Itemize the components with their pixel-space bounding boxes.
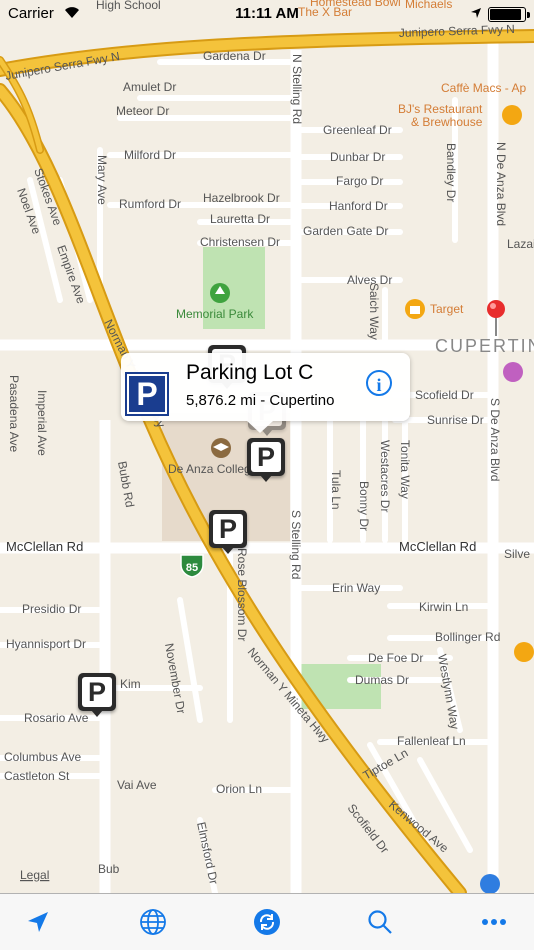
status-bar: Carrier 11:11 AM (0, 0, 534, 28)
poi-label: De Anza College (168, 462, 258, 476)
parking-marker[interactable]: P (247, 438, 285, 482)
more-icon[interactable] (476, 904, 512, 940)
street-label: Dunbar Dr (330, 150, 385, 164)
street-label: Castleton St (4, 769, 70, 783)
app-screen: 85 High School Homestead Bowl The X Bar … (0, 0, 534, 950)
street-label: Bub (98, 862, 120, 876)
street-label: Sunrise Dr (427, 413, 484, 427)
street-label: Lazai (507, 237, 534, 251)
street-label: Lauretta Dr (210, 212, 270, 226)
parking-marker[interactable]: P (209, 510, 247, 554)
tab-bar (0, 893, 534, 950)
street-label: Vai Ave (117, 778, 157, 792)
street-label: Rosario Ave (24, 711, 89, 725)
street-label: Milford Dr (124, 148, 176, 162)
restaurant-icon (514, 642, 534, 662)
street-label: Bonny Dr (357, 481, 371, 531)
shopping-bag-icon (405, 299, 425, 319)
poi-label: BJ's Restaurant (398, 102, 483, 116)
street-label: Westacres Dr (378, 440, 392, 512)
restaurant-icon (502, 105, 522, 125)
street-label: Mary Ave (95, 155, 109, 205)
street-label: Dumas Dr (355, 673, 409, 687)
parking-callout[interactable]: P Parking Lot C 5,876.2 mi - Cupertino i (121, 353, 410, 433)
street-label: Fargo Dr (336, 174, 383, 188)
street-label: Rumford Dr (119, 197, 181, 211)
street-label: Imperial Ave (35, 390, 49, 456)
street-label: Meteor Dr (116, 104, 169, 118)
street-label: N De Anza Blvd (494, 142, 508, 226)
street-label: McClellan Rd (399, 539, 476, 554)
street-label: Tonita Way (398, 440, 412, 499)
street-label: Pasadena Ave (7, 375, 21, 453)
highway-shield-label: 85 (186, 562, 198, 574)
status-right (470, 6, 530, 23)
street-label: Amulet Dr (123, 80, 176, 94)
street-label: Rose Blossom Dr (235, 548, 249, 641)
globe-icon[interactable] (135, 904, 171, 940)
street-label: Tula Ln (329, 470, 343, 510)
street-label: Kirwin Ln (419, 600, 468, 614)
street-label: Silve (504, 547, 530, 561)
parking-lot-icon: P (125, 372, 169, 416)
street-label: Christensen Dr (200, 235, 280, 249)
street-label: Bollinger Rd (435, 630, 500, 644)
street-label: S De Anza Blvd (488, 398, 502, 481)
street-label: N Stelling Rd (290, 54, 304, 124)
street-label: De Foe Dr (368, 651, 423, 665)
parking-symbol: P (213, 514, 243, 544)
poi-label: Target (430, 302, 464, 316)
battery-icon (488, 7, 530, 22)
location-arrow-icon[interactable] (20, 904, 56, 940)
street-label: Kim (120, 677, 141, 691)
parking-marker[interactable]: P (78, 673, 116, 717)
search-icon[interactable] (362, 904, 398, 940)
street-label: Scofield Dr (415, 388, 474, 402)
poi-label: & Brewhouse (411, 115, 483, 129)
location-services-icon (470, 6, 482, 23)
street-label: Erin Way (332, 581, 380, 595)
legal-link[interactable]: Legal (20, 868, 49, 882)
highway-shield-icon: 85 (180, 554, 204, 578)
street-label: Hazelbrook Dr (203, 191, 280, 205)
callout-title: Parking Lot C (186, 361, 314, 384)
street-label: Columbus Ave (4, 750, 81, 764)
city-label: CUPERTINO (435, 336, 534, 356)
callout-subtitle: 5,876.2 mi - Cupertino (186, 392, 335, 409)
poi-label: Caffè Macs - Ap (441, 81, 526, 95)
college-icon (211, 438, 231, 458)
street-label: Orion Ln (216, 782, 262, 796)
street-label: Bandley Dr (444, 143, 458, 202)
parking-symbol: P (251, 442, 281, 472)
park-icon (210, 283, 230, 303)
parking-symbol: P (82, 677, 112, 707)
street-label: Greenleaf Dr (323, 123, 392, 137)
street-label: Hyannisport Dr (6, 637, 86, 651)
street-label: Saich Way (367, 283, 381, 340)
street-label: Gardena Dr (203, 49, 266, 63)
poi-label: Memorial Park (176, 307, 254, 321)
status-time: 11:11 AM (235, 5, 299, 22)
refresh-icon[interactable] (249, 904, 285, 940)
street-label: Garden Gate Dr (303, 224, 388, 238)
hotel-icon (503, 362, 523, 382)
street-label: Hanford Dr (329, 199, 388, 213)
street-label: McClellan Rd (6, 539, 83, 554)
street-label: Presidio Dr (22, 602, 81, 616)
street-label: S Stelling Rd (289, 510, 303, 579)
info-button[interactable]: i (366, 370, 392, 396)
street-label: Fallenleaf Ln (397, 734, 466, 748)
